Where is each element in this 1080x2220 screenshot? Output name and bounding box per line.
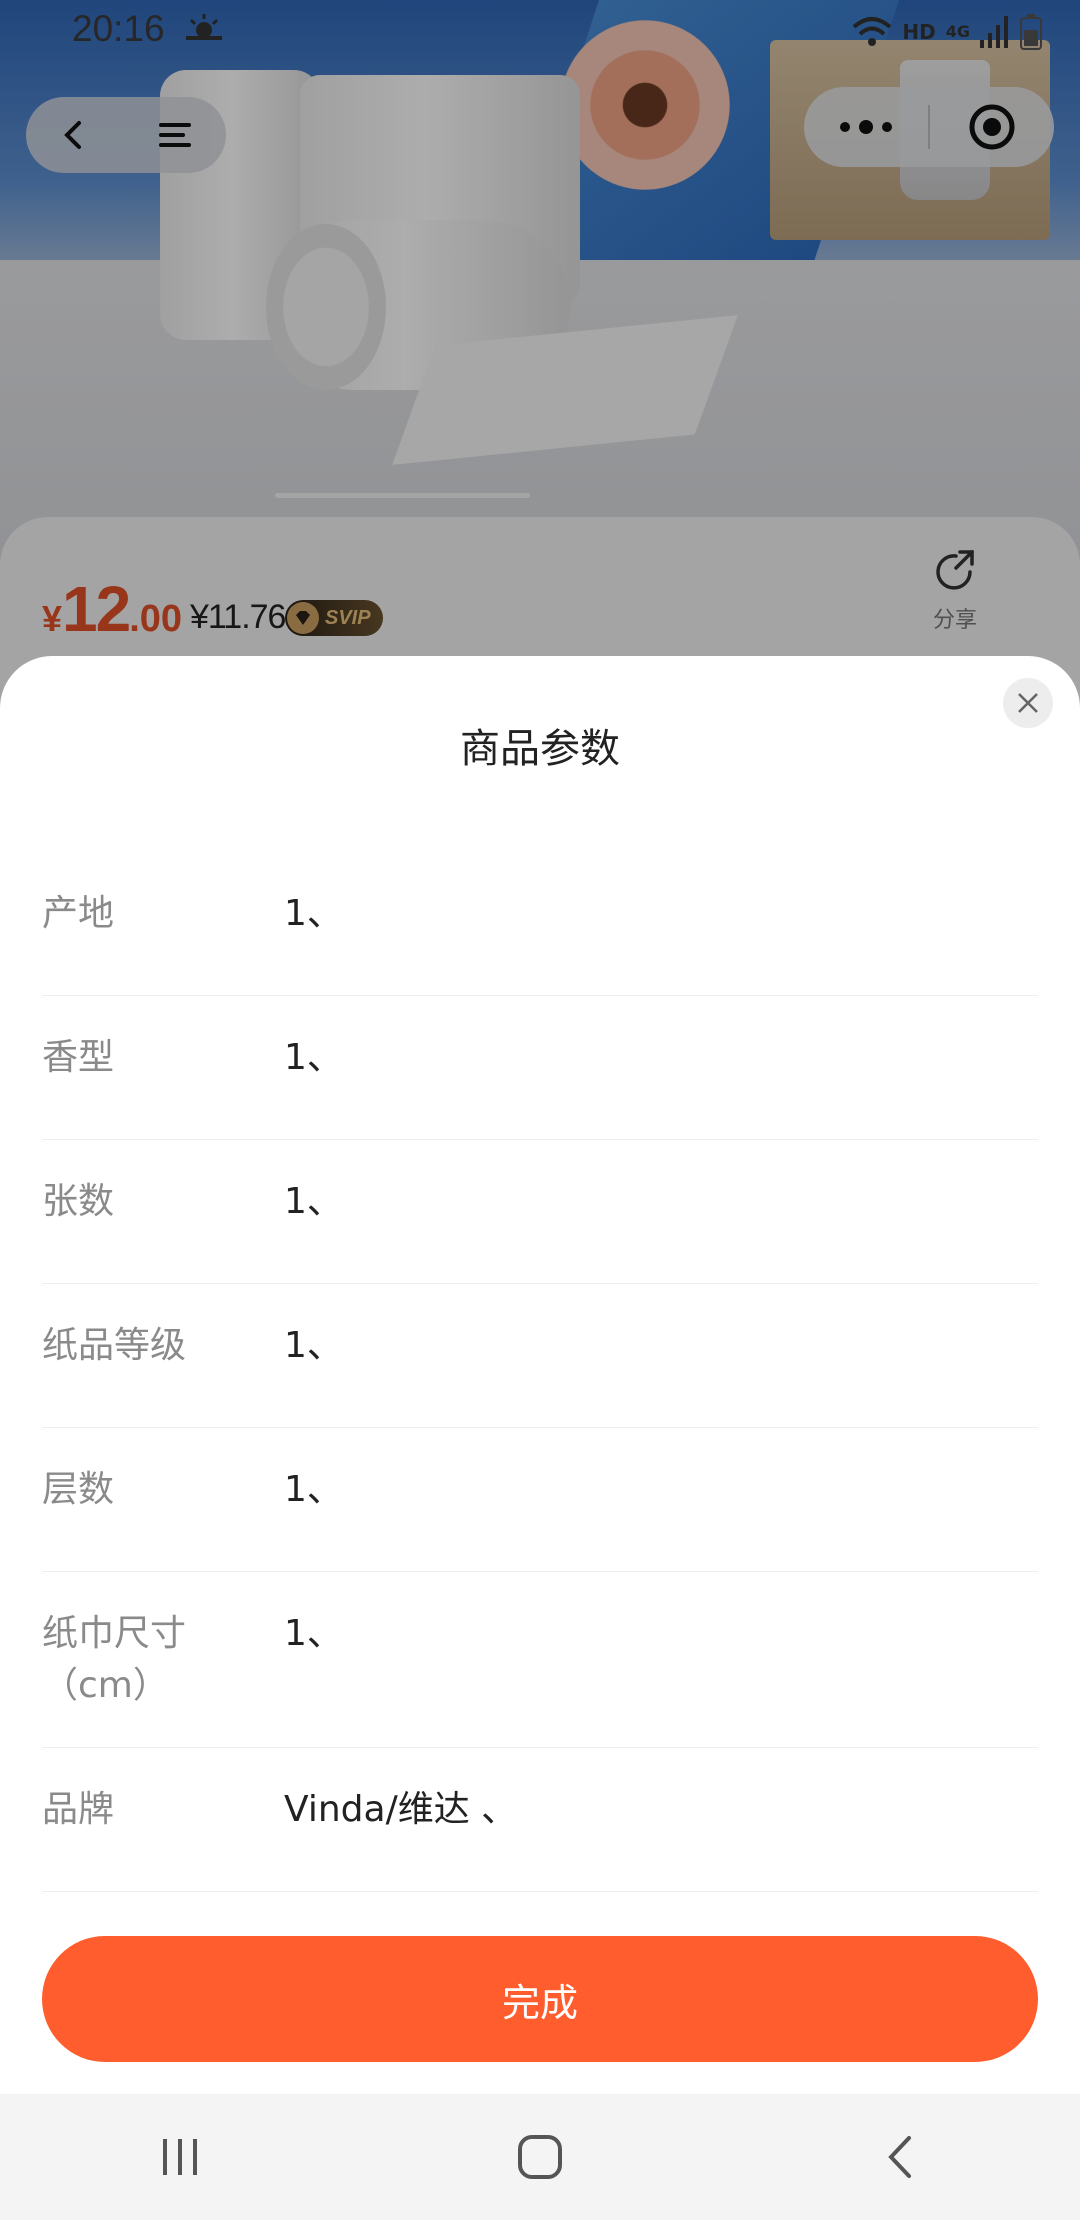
system-nav-bar [0, 2094, 1080, 2220]
param-value: 1、 [284, 1325, 343, 1366]
close-button[interactable] [1003, 678, 1053, 728]
param-row: 产地 1、 [42, 852, 1038, 996]
params-sheet: 商品参数 产地 1、 香型 1、 张数 1、 纸品等级 1、 层数 1、 纸巾尺… [0, 656, 1080, 2094]
param-label: 层数 [42, 1469, 115, 1510]
close-icon [1018, 693, 1038, 713]
param-label: 纸品等级 [42, 1325, 187, 1366]
recent-apps-icon [163, 2139, 197, 2175]
param-value: 1、 [284, 1613, 343, 1654]
param-label: 品牌 [42, 1789, 115, 1830]
param-label: 张数 [42, 1181, 115, 1222]
screen: 20:16 HD 4G ¥12.00 ¥11.76 SVIP 分享 商品参数 产… [0, 0, 1080, 2220]
param-row: 品牌 Vinda/维达 、 [42, 1748, 1038, 1892]
system-back-button[interactable] [840, 2112, 960, 2202]
param-row: 张数 1、 [42, 1140, 1038, 1284]
home-button[interactable] [480, 2112, 600, 2202]
param-label: 产地 [42, 893, 115, 934]
param-row: 纸巾尺寸（cm） 1、 [42, 1572, 1038, 1748]
param-label: 香型 [42, 1037, 115, 1078]
param-value: 1、 [284, 1181, 343, 1222]
home-icon [518, 2135, 562, 2179]
param-row: 层数 1、 [42, 1428, 1038, 1572]
done-button[interactable]: 完成 [42, 1936, 1038, 2062]
param-value: 1、 [284, 893, 343, 934]
param-row: 香型 1、 [42, 996, 1038, 1140]
back-arrow-icon [888, 2136, 911, 2178]
param-label: 纸巾尺寸（cm） [42, 1613, 187, 1706]
param-value: 1、 [284, 1037, 343, 1078]
sheet-title: 商品参数 [460, 726, 620, 772]
param-row: 纸品等级 1、 [42, 1284, 1038, 1428]
param-list: 产地 1、 香型 1、 张数 1、 纸品等级 1、 层数 1、 纸巾尺寸（cm）… [42, 852, 1038, 1892]
param-value: 1、 [284, 1469, 343, 1510]
param-value: Vinda/维达 、 [284, 1789, 518, 1830]
recent-apps-button[interactable] [120, 2112, 240, 2202]
